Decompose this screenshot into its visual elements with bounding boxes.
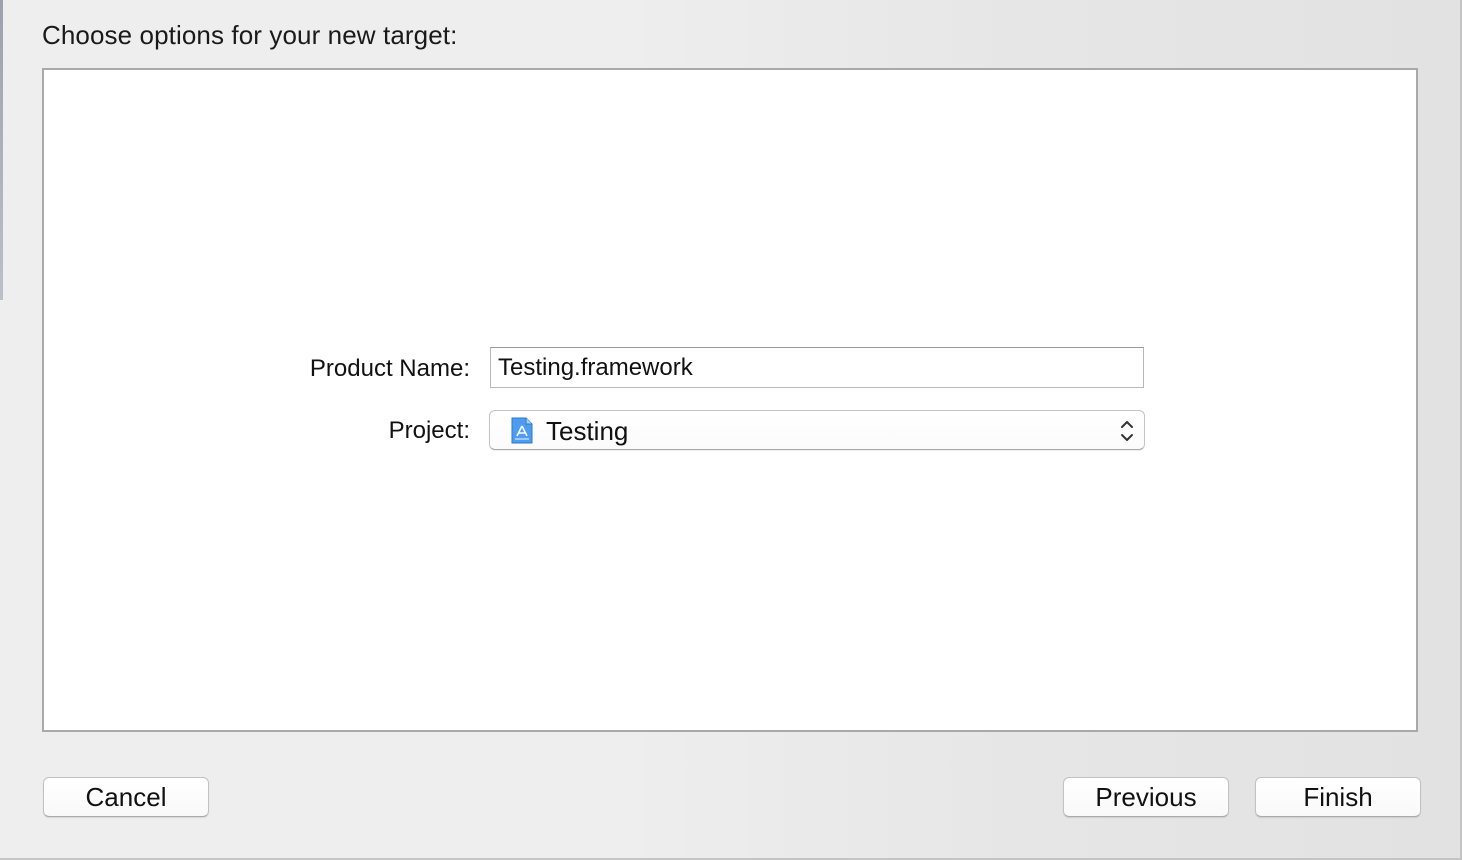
previous-button[interactable]: Previous [1063, 777, 1229, 817]
new-target-options-sheet: Choose options for your new target: Prod… [0, 0, 1462, 860]
window-edge [0, 0, 3, 300]
finish-button[interactable]: Finish [1255, 777, 1421, 817]
cancel-button[interactable]: Cancel [43, 777, 209, 817]
product-name-label: Product Name: [309, 355, 470, 382]
project-popup-button[interactable]: Testing [489, 410, 1145, 450]
options-panel [42, 68, 1418, 732]
product-name-field[interactable] [490, 347, 1144, 388]
dialog-title: Choose options for your new target: [42, 20, 458, 50]
up-down-chevron-icon [1118, 417, 1136, 445]
xcode-project-icon [511, 417, 533, 444]
project-selected-value: Testing [546, 416, 629, 446]
project-label: Project: [388, 417, 470, 444]
